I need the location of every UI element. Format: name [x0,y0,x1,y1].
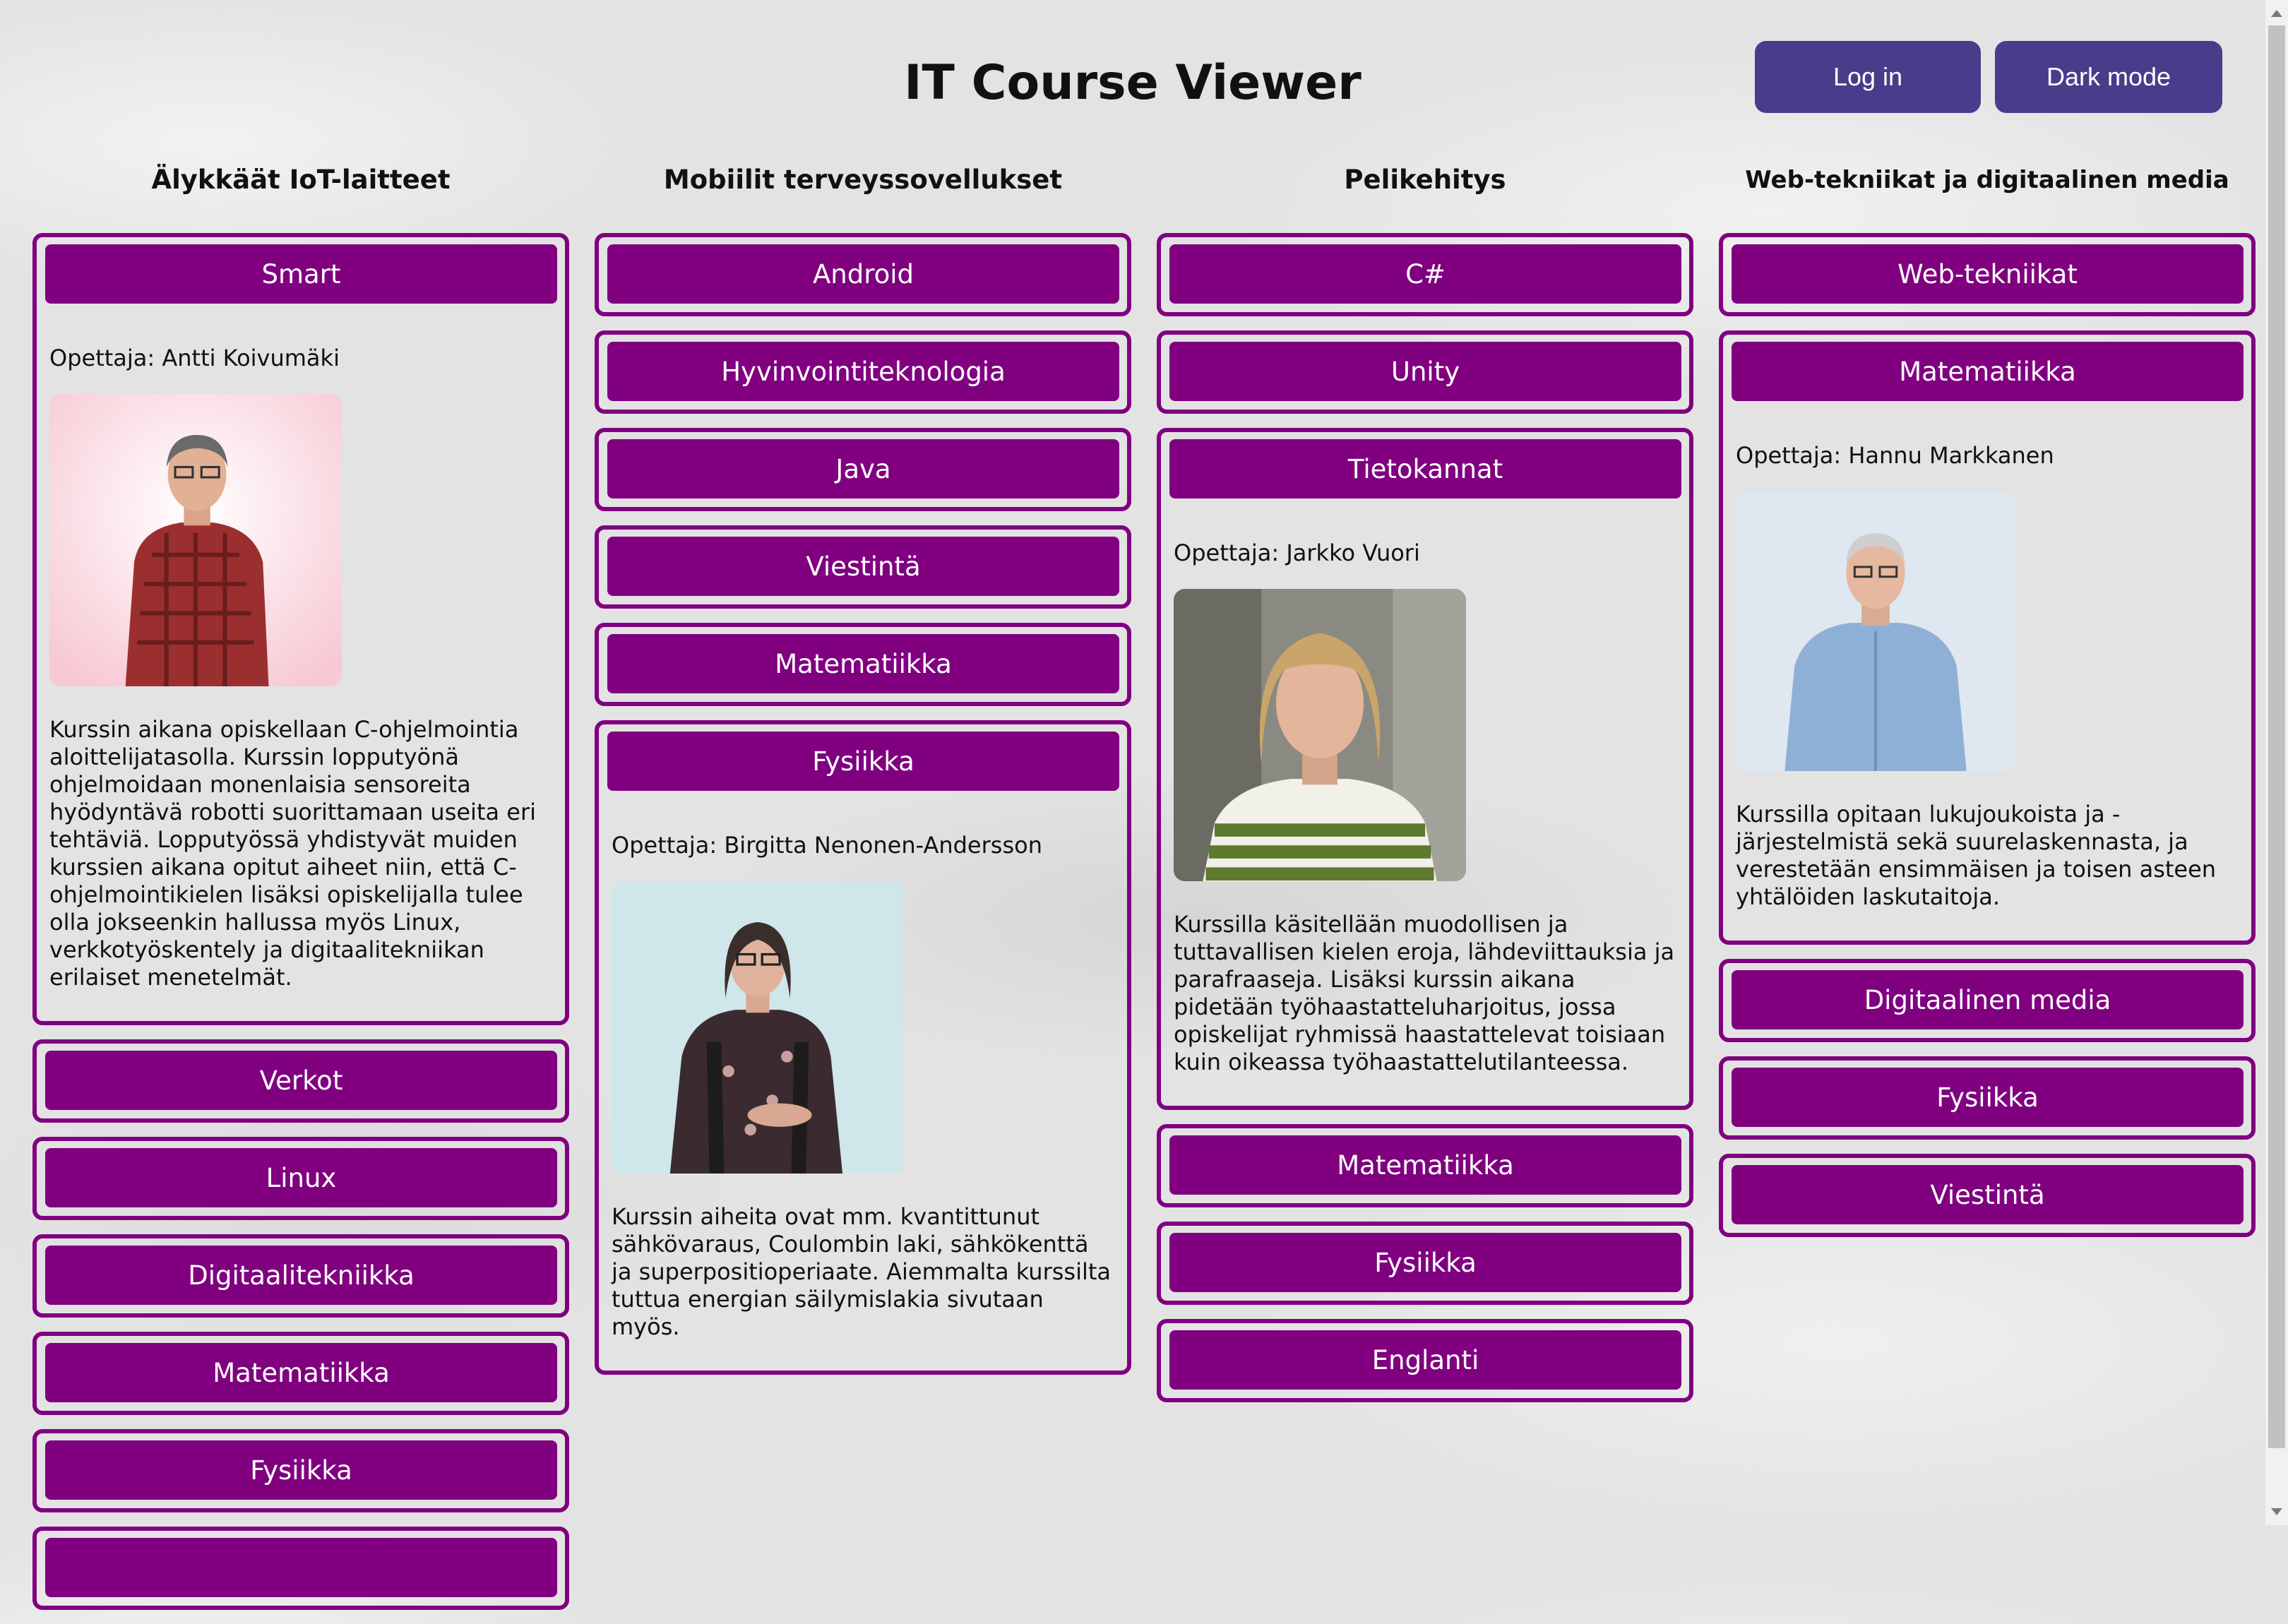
course-card: Englanti [1157,1319,1693,1402]
course-button[interactable]: Fysiikka [45,1440,557,1500]
course-card: Matematiikka [32,1332,569,1415]
course-card: Matematiikka [595,623,1131,706]
program-heading: Älykkäät IoT-laitteet [151,165,451,195]
course-list: C# Unity Tietokannat Opettaja: Jarkko Vu… [1157,233,1693,1402]
scrollbar-thumb[interactable] [2268,25,2285,1448]
course-details: Opettaja: Jarkko Vuori Kurssilla käsitel… [1169,498,1681,1097]
program-column-games: Pelikehitys C# Unity Tietokannat Opettaj… [1157,164,1693,1416]
teacher-name: Opettaja: Hannu Markkanen [1736,442,2054,469]
course-button[interactable]: Hyvinvointiteknologia [607,342,1119,401]
course-card: Matematiikka [1157,1124,1693,1207]
teacher-name: Opettaja: Antti Koivumäki [49,345,340,371]
course-button[interactable]: Smart [45,244,557,304]
course-details: Opettaja: Birgitta Nenonen-Andersson Kur… [607,791,1119,1362]
teacher-name: Opettaja: Jarkko Vuori [1174,539,1420,566]
course-button[interactable]: Matematiikka [1732,342,2244,401]
course-button[interactable]: Android [607,244,1119,304]
scroll-down-arrow-icon[interactable] [2271,1508,2282,1515]
course-card: Verkot [32,1039,569,1123]
course-button[interactable]: C# [1169,244,1681,304]
program-column-health: Mobiilit terveyssovellukset Android Hyvi… [595,164,1131,1389]
course-card: Matematiikka Opettaja: Hannu Markkanen K… [1719,330,2256,945]
course-list: Smart Opettaja: Antti Koivumäki Kurssin … [32,233,569,1610]
teacher-photo [1174,589,1466,881]
course-description: Kurssilla käsitellään muodollisen ja tut… [1174,911,1675,1075]
program-heading: Mobiilit terveyssovellukset [663,165,1063,195]
course-button[interactable]: Digitaalinen media [1732,970,2244,1029]
course-card: Digitaalitekniikka [32,1234,569,1318]
course-button[interactable]: Fysiikka [1169,1233,1681,1292]
page: IT Course Viewer Log in Dark mode Älykkä… [0,0,2265,1610]
dark-mode-button[interactable]: Dark mode [1995,41,2222,113]
course-button[interactable]: Viestintä [607,537,1119,596]
login-button[interactable]: Log in [1755,41,1981,113]
program-column-iot: Älykkäät IoT-laitteet Smart Opettaja: An… [32,164,569,1624]
course-details: Opettaja: Hannu Markkanen Kurssilla opit… [1732,401,2244,932]
course-card: Digitaalinen media [1719,959,2256,1042]
course-button[interactable] [45,1538,557,1597]
course-card: Linux [32,1137,569,1220]
course-card: Viestintä [1719,1154,2256,1237]
course-button[interactable]: Unity [1169,342,1681,401]
course-button[interactable]: Digitaalitekniikka [45,1246,557,1305]
course-button[interactable]: Englanti [1169,1330,1681,1390]
course-card: Fysiikka Opettaja: Birgitta Nenonen-Ande… [595,720,1131,1375]
course-button[interactable]: Verkot [45,1051,557,1110]
course-button[interactable]: Web-tekniikat [1732,244,2244,304]
vertical-scrollbar[interactable] [2265,0,2288,1525]
course-button[interactable]: Matematiikka [1169,1135,1681,1195]
course-button[interactable]: Matematiikka [45,1343,557,1402]
course-description: Kurssin aiheita ovat mm. kvantittunut sä… [612,1203,1111,1340]
course-card: Android [595,233,1131,316]
teacher-photo [49,394,342,686]
course-description: Kurssin aikana opiskellaan C-ohjelmointi… [49,716,536,991]
course-button[interactable]: Java [607,439,1119,498]
course-card: Viestintä [595,525,1131,609]
teacher-photo [1736,491,2015,771]
course-card: Smart Opettaja: Antti Koivumäki Kurssin … [32,233,569,1025]
course-card: Fysiikka [1719,1056,2256,1140]
course-list: Web-tekniikat Matematiikka Opettaja: Han… [1719,233,2256,1237]
course-details: Opettaja: Antti Koivumäki Kurssin aikana… [45,304,557,1013]
teacher-photo [612,881,904,1174]
course-list: Android Hyvinvointiteknologia Java Viest… [595,233,1131,1375]
course-card: Unity [1157,330,1693,414]
course-card: Hyvinvointiteknologia [595,330,1131,414]
course-card: Fysiikka [1157,1222,1693,1305]
course-card: Fysiikka [32,1429,569,1512]
program-heading: Pelikehitys [1344,165,1506,195]
program-heading: Web-tekniikat ja digitaalinen media [1745,166,2229,194]
course-button[interactable]: Linux [45,1148,557,1207]
course-button[interactable]: Matematiikka [607,634,1119,693]
program-column-web: Web-tekniikat ja digitaalinen media Web-… [1719,164,2256,1251]
course-card [32,1527,569,1610]
course-button[interactable]: Tietokannat [1169,439,1681,498]
course-card: Tietokannat Opettaja: Jarkko Vuori Kurss… [1157,428,1693,1110]
course-card: Web-tekniikat [1719,233,2256,316]
course-button[interactable]: Fysiikka [1732,1068,2244,1127]
scroll-up-arrow-icon[interactable] [2271,10,2282,17]
course-card: Java [595,428,1131,511]
course-button[interactable]: Viestintä [1732,1165,2244,1224]
course-button[interactable]: Fysiikka [607,732,1119,791]
teacher-name: Opettaja: Birgitta Nenonen-Andersson [612,832,1042,859]
course-card: C# [1157,233,1693,316]
course-description: Kurssilla opitaan lukujoukoista ja -järj… [1736,801,2217,910]
